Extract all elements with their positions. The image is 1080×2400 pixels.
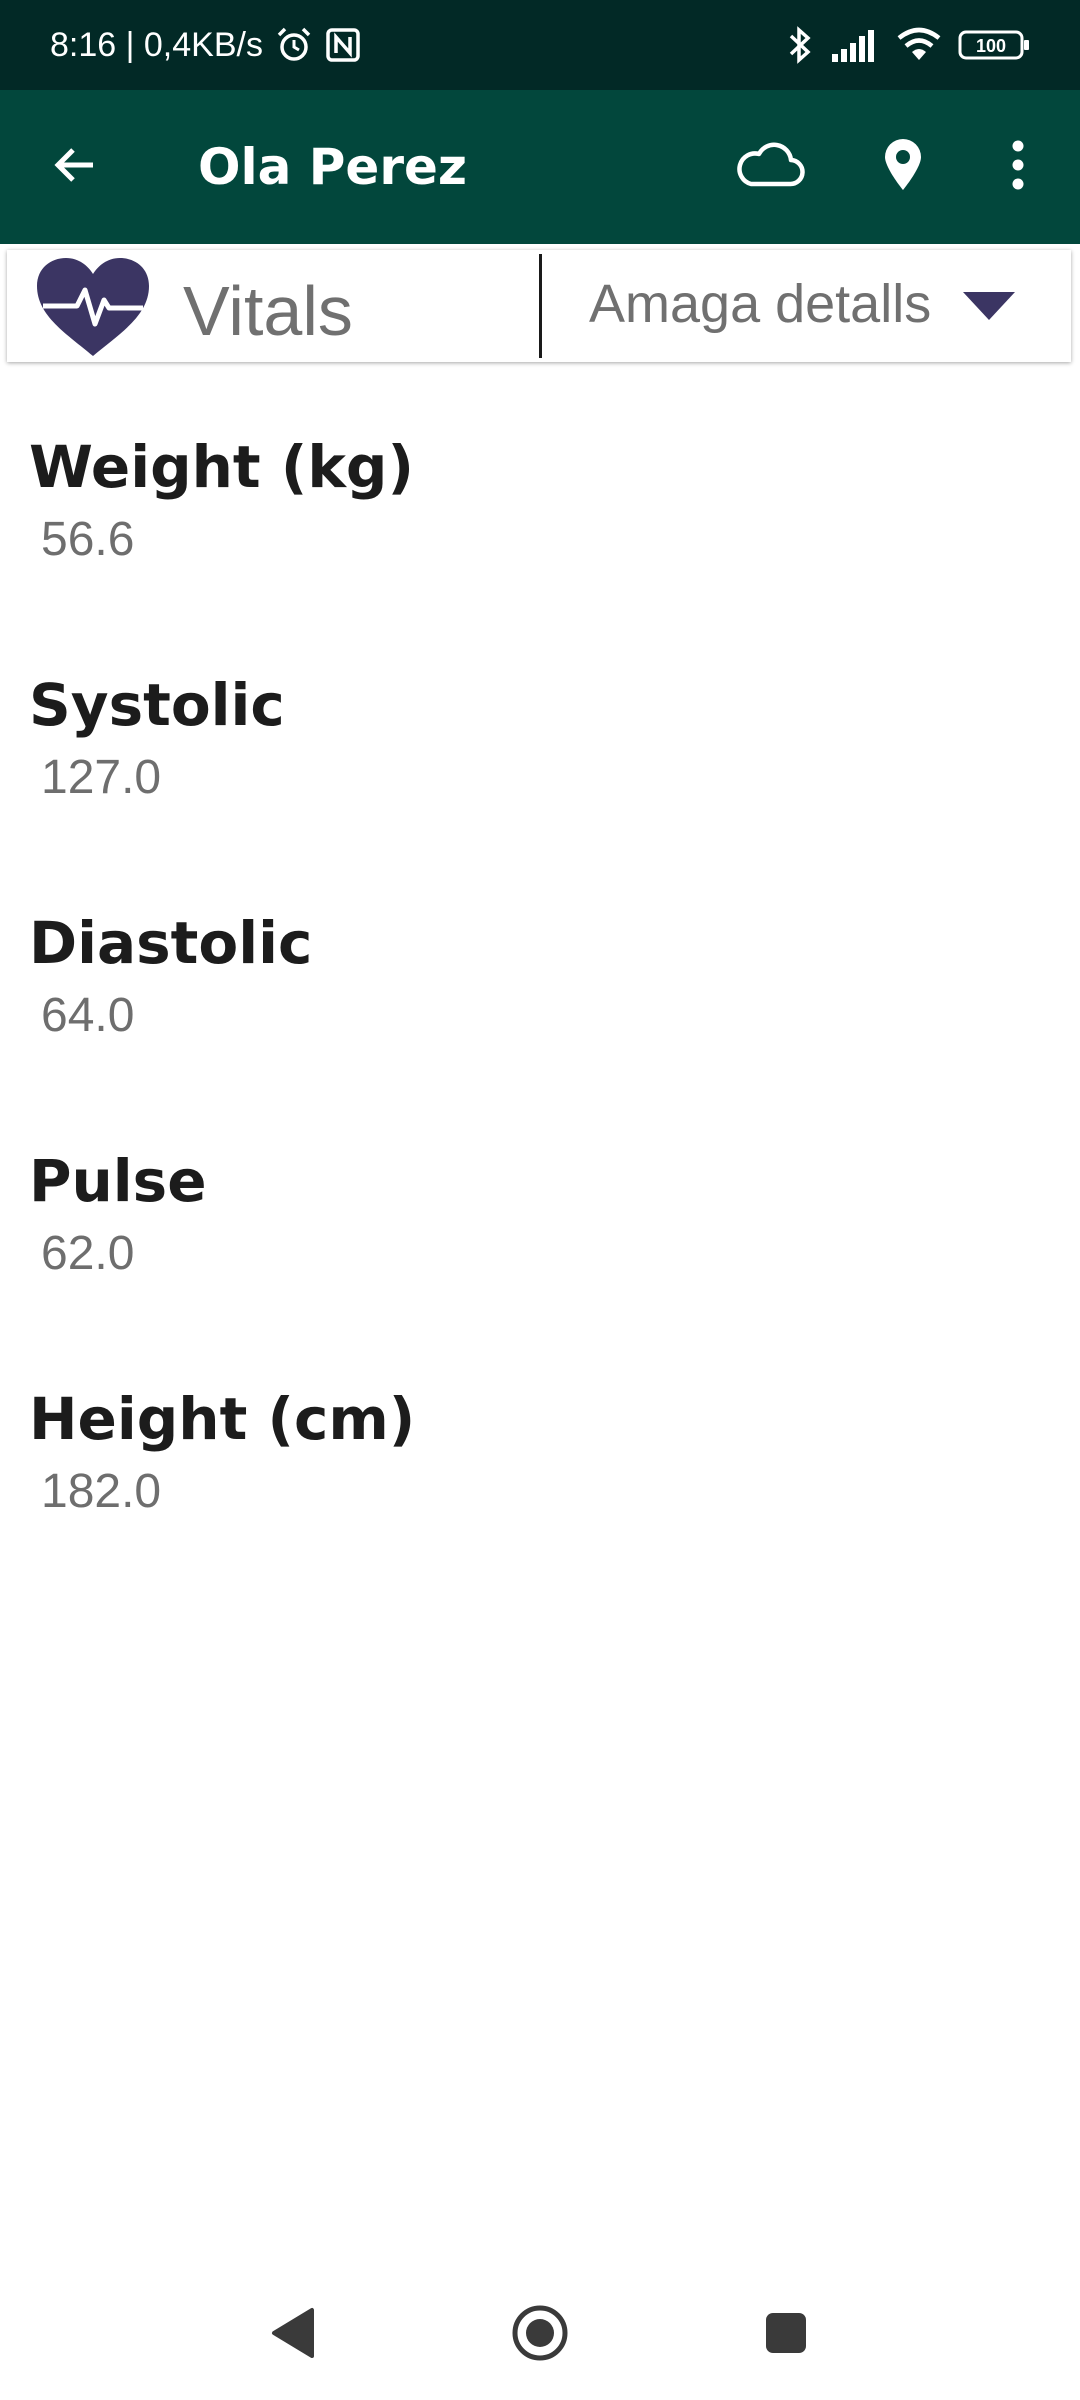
vital-height: Height (cm) 182.0 — [29, 1384, 1029, 1520]
status-left: 8:16 | 0,4KB/s — [50, 22, 361, 68]
location-button[interactable] — [860, 122, 946, 212]
vital-label: Weight (kg) — [29, 433, 414, 501]
screen: 8:16 | 0,4KB/s 100 Ola Perez Vitals Amag… — [0, 0, 1080, 2400]
battery-icon: 100 — [958, 28, 1030, 62]
nav-back-button[interactable] — [243, 2290, 343, 2380]
app-bar: Ola Perez — [0, 90, 1080, 244]
nfc-icon — [325, 27, 361, 63]
alarm-icon — [275, 26, 313, 64]
vital-value: 182.0 — [41, 1465, 162, 1518]
vital-diastolic: Diastolic 64.0 — [29, 908, 1029, 1044]
section-header: Vitals Amaga detalls — [7, 250, 1071, 362]
vital-label: Pulse — [29, 1147, 207, 1215]
vital-systolic: Systolic 127.0 — [29, 670, 1029, 806]
dropdown-arrow-icon — [961, 290, 1017, 322]
navigation-bar — [0, 2280, 1080, 2390]
vital-value: 62.0 — [41, 1227, 135, 1280]
status-bar: 8:16 | 0,4KB/s 100 — [0, 0, 1080, 90]
section-title: Vitals — [183, 272, 353, 350]
heart-pulse-icon — [33, 256, 153, 360]
vital-label: Height (cm) — [29, 1385, 416, 1453]
more-options-button[interactable] — [978, 122, 1058, 212]
nav-home-button[interactable] — [490, 2290, 590, 2380]
vital-pulse: Pulse 62.0 — [29, 1146, 1029, 1282]
vital-weight: Weight (kg) 56.6 — [29, 432, 1029, 568]
page-title: Ola Perez — [198, 138, 468, 196]
section-divider — [539, 254, 542, 358]
back-arrow-icon — [51, 141, 99, 194]
location-pin-icon — [883, 138, 923, 197]
dropdown-label: Amaga detalls — [589, 274, 932, 334]
cloud-icon — [735, 140, 805, 195]
vital-value: 56.6 — [41, 513, 135, 566]
more-vert-icon — [1011, 140, 1025, 195]
vital-value: 127.0 — [41, 751, 162, 804]
status-right: 100 — [770, 22, 1030, 68]
bluetooth-icon — [786, 25, 814, 65]
nav-recents-icon — [763, 2310, 809, 2361]
battery-level: 100 — [976, 36, 1006, 56]
wifi-icon — [896, 27, 942, 63]
nav-home-icon — [510, 2303, 570, 2368]
back-button[interactable] — [30, 122, 120, 212]
nav-recents-button[interactable] — [736, 2290, 836, 2380]
vital-label: Systolic — [29, 671, 285, 739]
vital-value: 64.0 — [41, 989, 135, 1042]
nav-back-icon — [270, 2307, 316, 2364]
sync-button[interactable] — [724, 122, 816, 212]
signal-icon — [830, 28, 880, 62]
details-dropdown[interactable]: Amaga detalls — [543, 250, 1071, 362]
status-time-speed: 8:16 | 0,4KB/s — [50, 25, 263, 64]
vital-label: Diastolic — [29, 909, 313, 977]
